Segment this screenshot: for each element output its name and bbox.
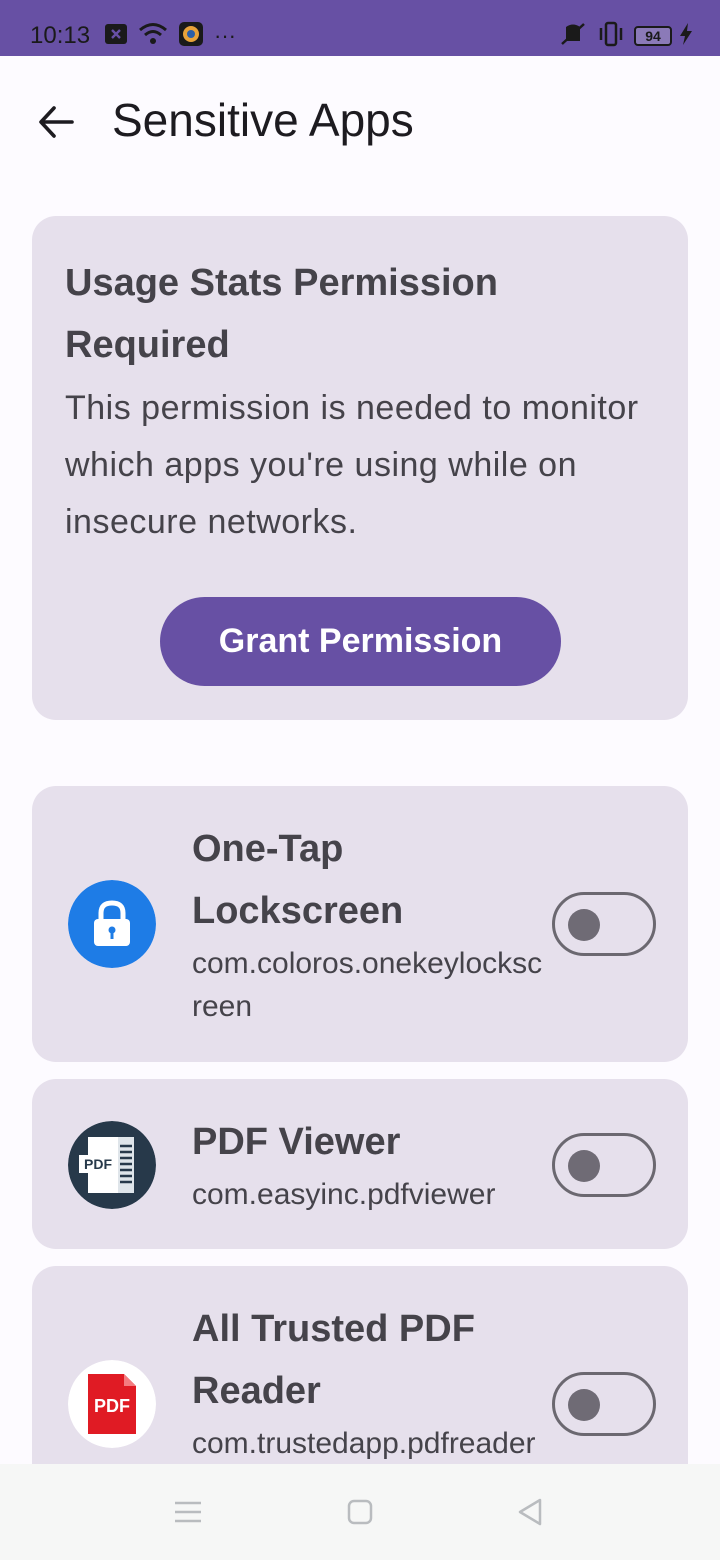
permission-card: Usage Stats Permission Required This per… bbox=[32, 216, 688, 720]
system-navigation-bar bbox=[0, 1464, 720, 1560]
toggle-knob bbox=[568, 1150, 600, 1182]
app-toggle-switch[interactable] bbox=[552, 892, 656, 956]
app-package: com.trustedapp.pdfreader bbox=[192, 1427, 536, 1460]
notification-x-icon bbox=[104, 23, 128, 50]
arrow-left-icon bbox=[39, 106, 74, 138]
square-home-icon bbox=[347, 1499, 373, 1525]
pdf-document-icon: PDF bbox=[68, 1121, 156, 1209]
back-nav-button[interactable] bbox=[508, 1490, 552, 1534]
page-title: Sensitive Apps bbox=[112, 94, 414, 146]
app-name: All Trusted PDF Reader bbox=[192, 1308, 475, 1412]
app-name: One-Tap Lockscreen bbox=[192, 828, 404, 932]
vibrate-off-icon bbox=[558, 21, 588, 52]
pdf-badge-text: PDF bbox=[84, 1156, 112, 1172]
status-time: 10:13 bbox=[30, 22, 91, 49]
home-button[interactable] bbox=[338, 1490, 382, 1534]
vibrate-icon bbox=[596, 21, 626, 52]
permission-title: Usage Stats Permission Required bbox=[65, 262, 498, 366]
lock-icon bbox=[68, 880, 156, 968]
top-app-bar: Sensitive Apps bbox=[0, 56, 720, 184]
pdf-file-icon: PDF bbox=[68, 1360, 156, 1448]
app-package: com.coloros.onekeylockscreen bbox=[192, 947, 543, 1023]
recent-apps-button[interactable] bbox=[166, 1490, 210, 1534]
triangle-back-icon bbox=[518, 1498, 542, 1526]
status-icons-left: ··· bbox=[104, 21, 236, 52]
app-package: com.easyinc.pdfviewer bbox=[192, 1178, 496, 1211]
app-card-pdf-viewer: PDF PDF Viewer com.easyinc.pdfviewer bbox=[32, 1079, 688, 1249]
status-icons-right: 94 bbox=[558, 21, 692, 52]
more-notifications-icon: ··· bbox=[214, 23, 236, 48]
menu-lines-icon bbox=[175, 1501, 201, 1523]
toggle-knob bbox=[568, 1389, 600, 1421]
permission-description: This permission is needed to monitor whi… bbox=[65, 389, 639, 541]
app-notification-icon bbox=[178, 21, 204, 52]
app-texts: One-Tap Lockscreen com.coloros.onekeyloc… bbox=[192, 818, 552, 1028]
status-bar: 10:13 ··· 94 bbox=[0, 0, 720, 56]
app-toggle-switch[interactable] bbox=[552, 1372, 656, 1436]
battery-indicator: 94 bbox=[634, 26, 672, 46]
app-texts: All Trusted PDF Reader com.trustedapp.pd… bbox=[192, 1298, 552, 1465]
app-name: PDF Viewer bbox=[192, 1121, 401, 1163]
toggle-knob bbox=[568, 909, 600, 941]
charging-bolt-icon bbox=[680, 22, 692, 50]
grant-permission-button[interactable]: Grant Permission bbox=[160, 597, 561, 686]
app-texts: PDF Viewer com.easyinc.pdfviewer bbox=[192, 1111, 552, 1216]
back-button[interactable] bbox=[30, 96, 82, 148]
pdf-badge-text: PDF bbox=[94, 1396, 130, 1416]
wifi-icon bbox=[138, 22, 168, 51]
app-card-one-tap-lockscreen: One-Tap Lockscreen com.coloros.onekeyloc… bbox=[32, 786, 688, 1062]
app-toggle-switch[interactable] bbox=[552, 1133, 656, 1197]
